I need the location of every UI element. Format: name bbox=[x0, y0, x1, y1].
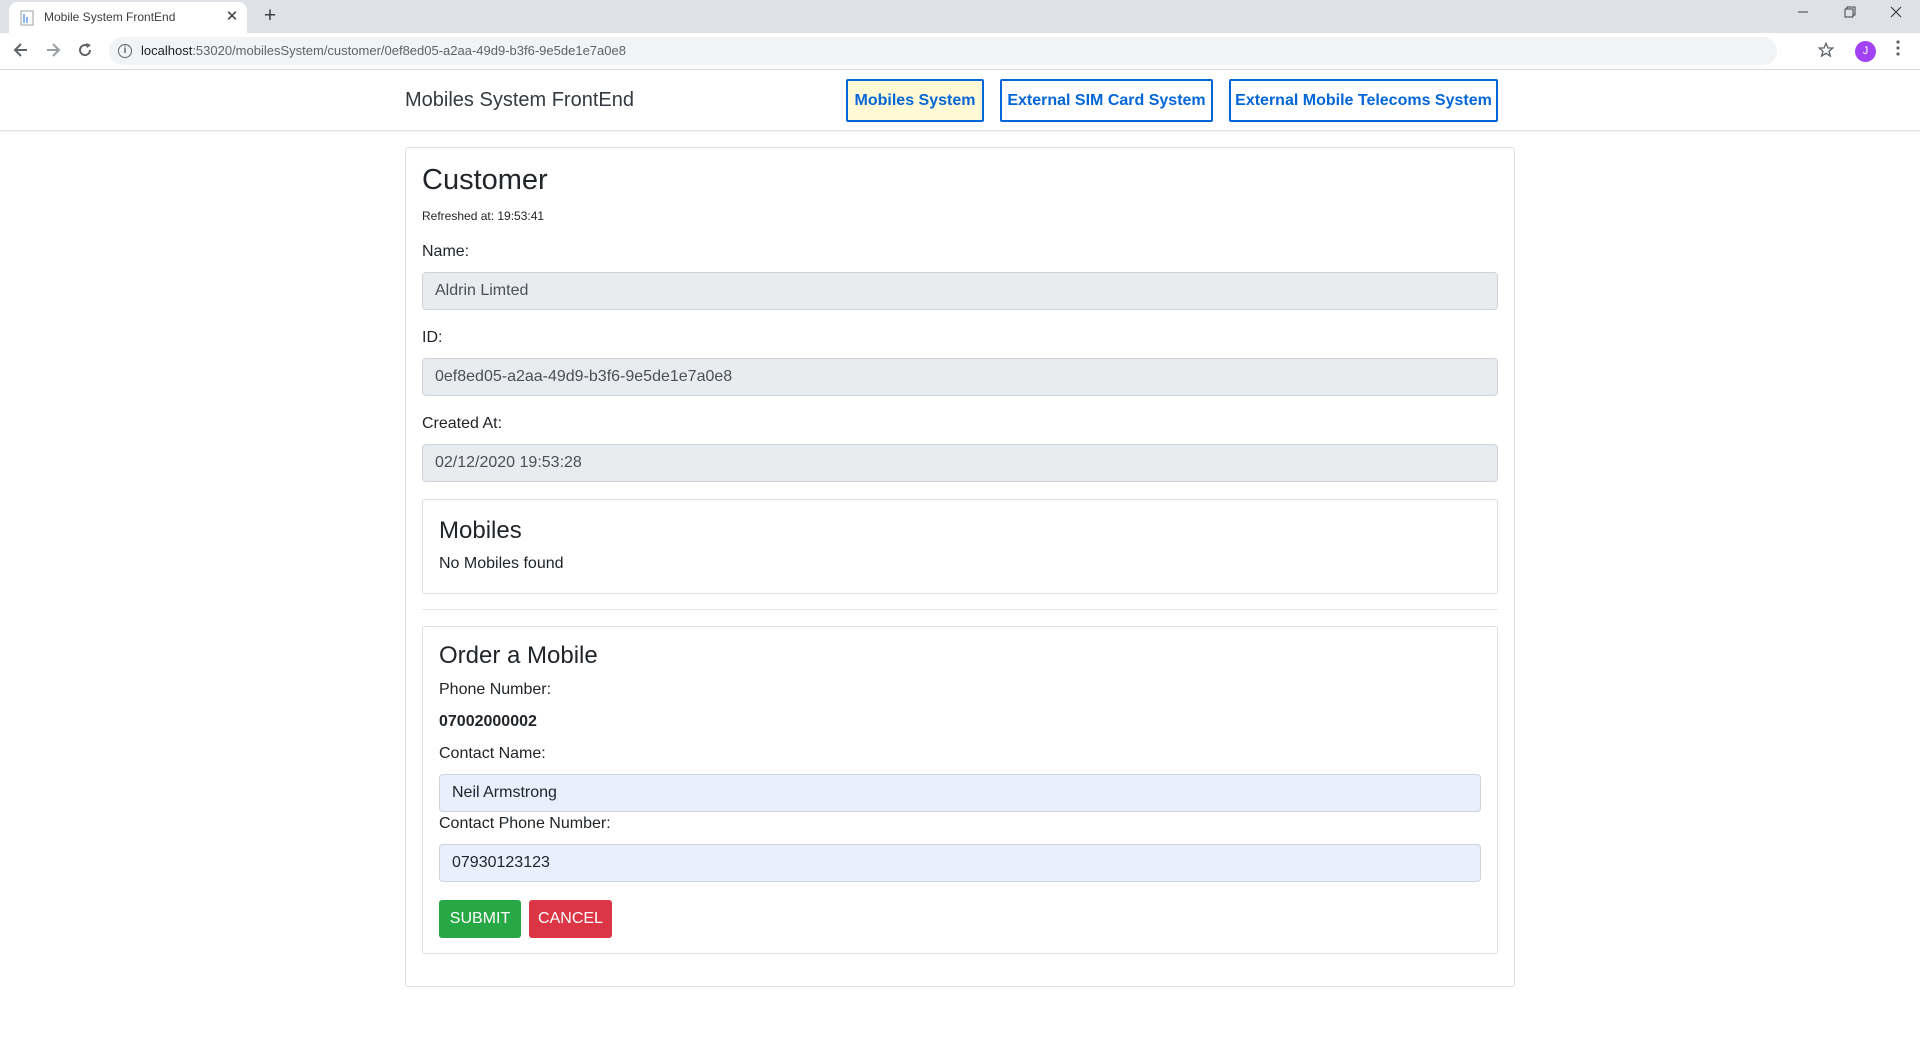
created-at-field: 02/12/2020 19:53:28 bbox=[422, 444, 1498, 482]
info-icon[interactable]: i bbox=[118, 44, 132, 58]
contact-name-label: Contact Name: bbox=[439, 745, 546, 762]
phone-number-label: Phone Number: bbox=[439, 681, 552, 698]
bookmark-star-icon[interactable] bbox=[1812, 38, 1840, 66]
tab-title: Mobile System FrontEnd bbox=[44, 10, 176, 24]
minimize-icon[interactable] bbox=[1780, 0, 1826, 30]
restore-icon[interactable] bbox=[1827, 0, 1873, 30]
nav-link-external-mobile-telecoms-system[interactable]: External Mobile Telecoms System bbox=[1229, 79, 1498, 122]
window-close-icon[interactable] bbox=[1873, 0, 1919, 30]
back-icon[interactable] bbox=[7, 38, 35, 66]
name-label: Name: bbox=[422, 243, 470, 260]
submit-button[interactable]: Submit bbox=[439, 900, 521, 938]
id-label: ID: bbox=[422, 329, 443, 346]
name-field: Aldrin Limted bbox=[422, 272, 1498, 310]
nav-link-mobiles-system[interactable]: Mobiles System bbox=[846, 79, 984, 122]
phone-number-value: 07002000002 bbox=[439, 713, 537, 730]
page-favicon-icon bbox=[20, 10, 34, 26]
forward-icon[interactable] bbox=[39, 38, 67, 66]
browser-tab[interactable]: Mobile System FrontEnd ✕ bbox=[9, 2, 247, 33]
menu-icon[interactable] bbox=[1886, 38, 1910, 66]
order-mobile-title: Order a Mobile bbox=[439, 642, 598, 669]
customer-card: Customer Refreshed at: 19:53:41 Name: Al… bbox=[405, 147, 1515, 987]
reload-icon[interactable] bbox=[71, 38, 99, 66]
mobiles-card: Mobiles No Mobiles found bbox=[422, 499, 1498, 594]
contact-name-input[interactable] bbox=[439, 774, 1481, 812]
mobiles-title: Mobiles bbox=[439, 517, 522, 544]
url-text: localhost:53020/mobilesSystem/customer/0… bbox=[141, 43, 626, 58]
created-at-label: Created At: bbox=[422, 415, 503, 432]
page-title: Customer bbox=[422, 164, 548, 196]
profile-avatar[interactable]: J bbox=[1855, 41, 1876, 62]
order-mobile-card: Order a Mobile Phone Number: 07002000002… bbox=[422, 626, 1498, 954]
app-brand[interactable]: Mobiles System FrontEnd bbox=[405, 89, 634, 112]
tab-close-icon[interactable]: ✕ bbox=[223, 8, 241, 26]
cancel-button[interactable]: Cancel bbox=[529, 900, 612, 938]
contact-phone-input[interactable] bbox=[439, 844, 1481, 882]
browser-tab-strip: Mobile System FrontEnd ✕ + bbox=[0, 0, 1920, 33]
id-field: 0ef8ed05-a2aa-49d9-b3f6-9e5de1e7a0e8 bbox=[422, 358, 1498, 396]
browser-toolbar: i localhost:53020/mobilesSystem/customer… bbox=[0, 33, 1920, 70]
divider bbox=[422, 609, 1498, 610]
nav-link-external-sim-card-system[interactable]: External SIM Card System bbox=[1000, 79, 1213, 122]
new-tab-icon[interactable]: + bbox=[258, 5, 282, 29]
refreshed-timestamp: Refreshed at: 19:53:41 bbox=[422, 209, 545, 223]
app-navbar: Mobiles System FrontEnd Mobiles System E… bbox=[0, 70, 1920, 131]
address-bar[interactable]: i localhost:53020/mobilesSystem/customer… bbox=[109, 37, 1777, 65]
contact-phone-label: Contact Phone Number: bbox=[439, 815, 611, 832]
mobiles-empty-text: No Mobiles found bbox=[439, 555, 564, 572]
